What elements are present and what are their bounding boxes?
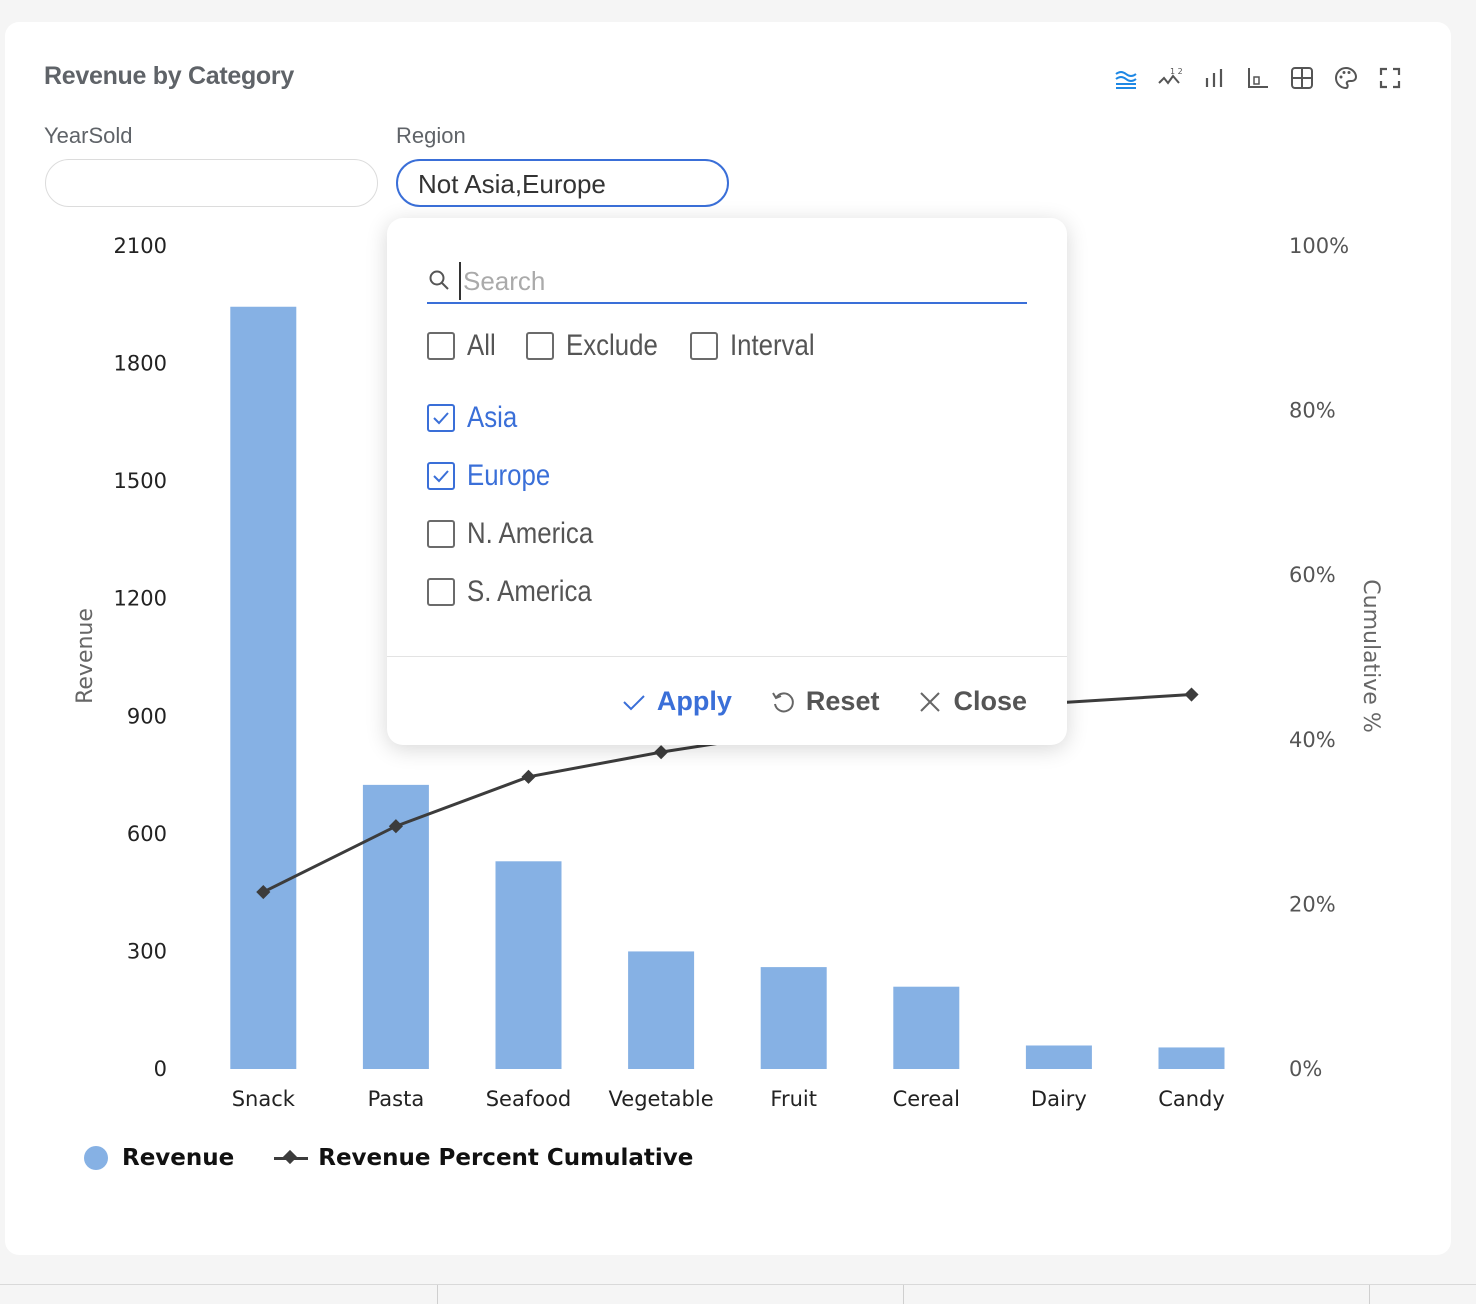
bottom-tick (437, 1285, 438, 1304)
checkbox-checked[interactable] (427, 404, 455, 432)
checkbox[interactable] (427, 520, 455, 548)
x-tick-label: Vegetable (609, 1087, 714, 1111)
checkbox[interactable] (690, 332, 718, 360)
legend-label-cumulative: Revenue Percent Cumulative (318, 1145, 694, 1171)
legend-label-revenue: Revenue (122, 1145, 235, 1171)
dropdown-actions: Apply Reset Close (621, 686, 1027, 717)
apply-button[interactable]: Apply (621, 686, 732, 717)
cumulative-point (1184, 687, 1199, 702)
cumulative-point (521, 769, 536, 784)
y2-tick-label: 20% (1289, 892, 1336, 916)
bar-vegetable (628, 951, 695, 1069)
chart-legend: Revenue Revenue Percent Cumulative (84, 1145, 733, 1171)
y2-tick-label: 0% (1289, 1057, 1322, 1081)
mode-label: Exclude (566, 329, 658, 362)
bar-seafood (495, 861, 562, 1069)
y-tick-label: 1500 (114, 469, 167, 493)
y-axis-title: Revenue (73, 608, 98, 704)
x-tick-label: Seafood (486, 1087, 572, 1111)
option-s-america[interactable]: S. America (427, 575, 612, 609)
legend-marker-line (274, 1156, 309, 1160)
option-label: Europe (467, 459, 551, 492)
search-input[interactable] (459, 262, 1025, 300)
mode-all[interactable]: All (427, 329, 500, 363)
y-tick-label: 900 (127, 704, 167, 728)
checkbox[interactable] (427, 332, 455, 360)
option-label: N. America (467, 517, 594, 550)
bar-fruit (760, 967, 827, 1069)
check-icon (433, 470, 449, 483)
y-tick-label: 2100 (114, 234, 167, 258)
checkbox-checked[interactable] (427, 462, 455, 490)
search-icon (429, 270, 449, 290)
y-tick-label: 300 (127, 939, 167, 963)
close-icon (920, 691, 941, 712)
close-label: Close (953, 686, 1027, 716)
option-n-america[interactable]: N. America (427, 517, 614, 551)
bottom-divider (0, 1284, 1476, 1285)
legend-marker-bar (84, 1146, 108, 1170)
y-tick-label: 0 (154, 1057, 167, 1081)
check-icon (623, 694, 645, 710)
reset-button[interactable]: Reset (770, 686, 880, 717)
region-filter-dropdown: All Exclude Interval Asia Europe N. Amer… (387, 218, 1067, 745)
x-tick-label: Snack (232, 1087, 296, 1111)
x-tick-label: Candy (1158, 1087, 1225, 1111)
mode-exclude[interactable]: Exclude (526, 329, 673, 363)
check-icon (433, 412, 449, 425)
reset-icon (772, 691, 794, 712)
y2-tick-label: 80% (1289, 399, 1336, 423)
option-asia[interactable]: Asia (427, 401, 525, 435)
y-tick-label: 1800 (114, 352, 167, 376)
x-tick-label: Cereal (893, 1087, 960, 1111)
y-tick-label: 1200 (114, 587, 167, 611)
x-tick-label: Fruit (770, 1087, 817, 1111)
bar-snack (230, 306, 297, 1069)
bottom-tick (903, 1285, 904, 1304)
bar-candy (1158, 1047, 1225, 1069)
search-field (427, 258, 1027, 304)
mode-label: All (467, 329, 496, 362)
mode-label: Interval (730, 329, 815, 362)
cumulative-point (654, 745, 669, 760)
legend-item-revenue[interactable]: Revenue (84, 1145, 234, 1171)
x-tick-label: Dairy (1031, 1087, 1087, 1111)
bottom-tick (1369, 1285, 1370, 1304)
close-button[interactable]: Close (917, 686, 1027, 717)
mode-interval[interactable]: Interval (690, 329, 828, 363)
checkbox[interactable] (427, 578, 455, 606)
apply-label: Apply (656, 686, 732, 716)
y-tick-label: 600 (127, 822, 167, 846)
legend-item-cumulative[interactable]: Revenue Percent Cumulative (274, 1145, 693, 1171)
reset-label: Reset (805, 686, 880, 716)
option-europe[interactable]: Europe (427, 459, 564, 493)
option-label: Asia (467, 401, 518, 434)
bar-dairy (1025, 1045, 1092, 1069)
option-label: S. America (467, 575, 592, 608)
x-tick-label: Pasta (368, 1087, 425, 1111)
y2-axis-title: Cumulative % (1358, 579, 1383, 732)
y2-tick-label: 40% (1289, 728, 1336, 752)
dropdown-divider (387, 656, 1067, 657)
checkbox[interactable] (526, 332, 554, 360)
bar-cereal (893, 986, 960, 1069)
y2-tick-label: 100% (1289, 234, 1349, 258)
y2-tick-label: 60% (1289, 563, 1336, 587)
